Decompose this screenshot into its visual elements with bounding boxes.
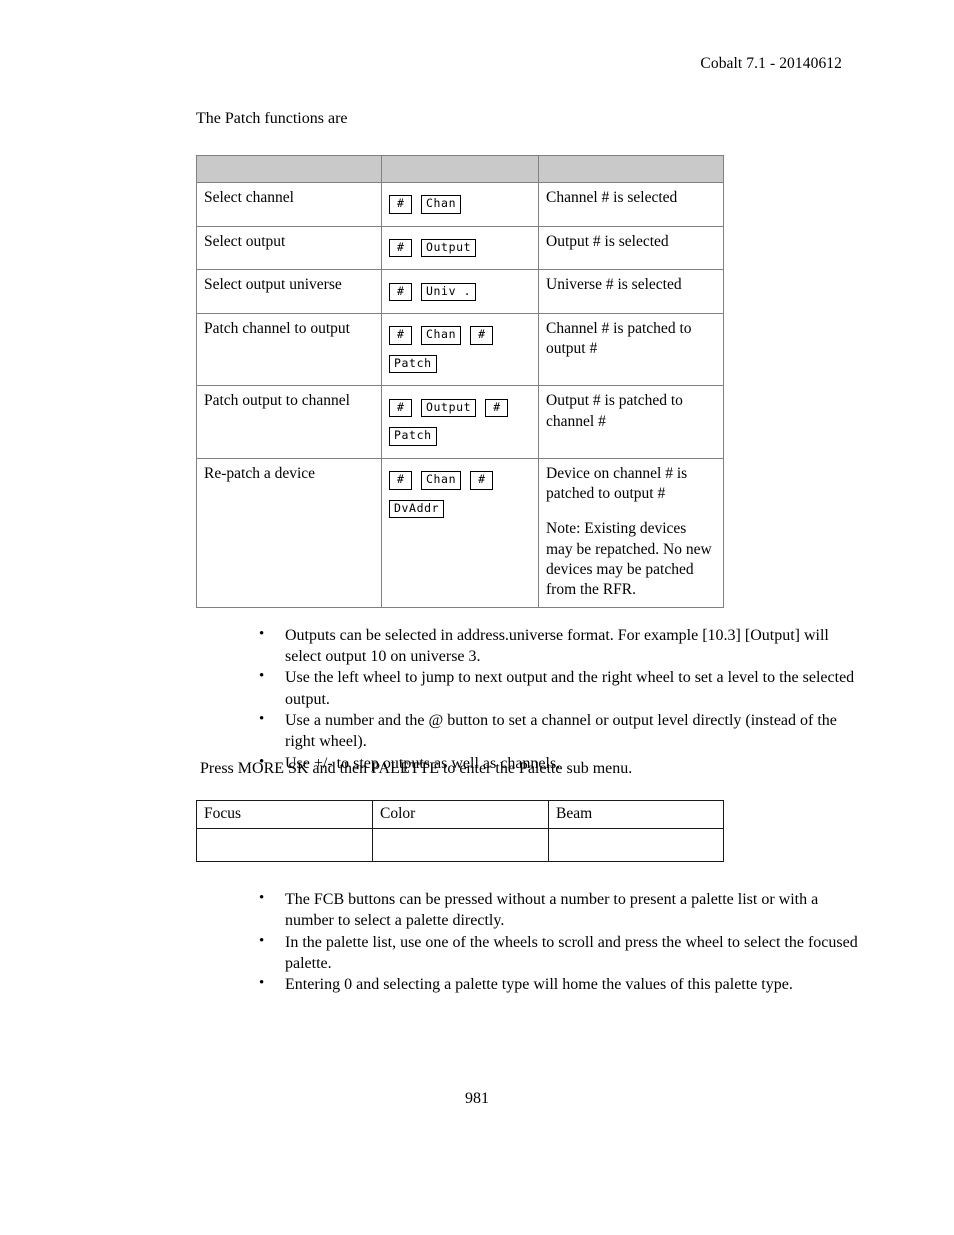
patch-section: The Patch functions are Select channel #…: [196, 108, 858, 774]
row-key-sequence: # Chan # DvAddr: [381, 457, 539, 608]
key-line: # Univ .: [389, 282, 485, 302]
row-function-label: Select output: [196, 225, 382, 271]
keycap-hash[interactable]: #: [389, 282, 412, 302]
row-result-text: Universe # is selected: [538, 269, 724, 315]
row-key-sequence: # Output # Patch: [381, 385, 539, 459]
list-item: Outputs can be selected in address.unive…: [259, 624, 858, 668]
palette-section-intro: Press MORE SK and then PALETTE to enter …: [196, 758, 858, 779]
result-paragraph: Output # is patched to channel #: [546, 392, 683, 430]
patch-functions-table: Select channel # Chan Channel # is select…: [196, 155, 724, 608]
keycap-patch[interactable]: Patch: [389, 427, 437, 446]
keycap-patch[interactable]: Patch: [389, 354, 437, 374]
table-row: Re-patch a device # Chan # DvAddr Device o…: [196, 457, 724, 608]
row-function-label: Patch output to channel: [196, 385, 382, 459]
key-line: # Chan: [389, 195, 470, 214]
key-line: Patch: [389, 354, 446, 374]
keycap-chan[interactable]: Chan: [421, 326, 462, 345]
key-line: Patch: [389, 427, 446, 446]
result-paragraph: Output # is selected: [546, 232, 669, 250]
key-line: # Output #: [389, 398, 517, 418]
patch-intro-text: The Patch functions are: [196, 110, 348, 127]
list-item: Entering 0 and selecting a palette type …: [259, 973, 858, 995]
key-line: # Chan #: [389, 326, 502, 345]
keycap-hash[interactable]: #: [389, 398, 412, 418]
row-function-label: Select output universe: [196, 269, 382, 315]
keycap-hash[interactable]: #: [485, 398, 509, 418]
table-row: Patch output to channel # Output # Patch O…: [196, 385, 724, 459]
keycap-hash[interactable]: #: [389, 471, 412, 490]
keycap-output[interactable]: Output: [421, 238, 477, 258]
result-paragraph: Device on channel # is patched to output…: [546, 464, 688, 503]
row-result-text: Device on channel # is patched to output…: [538, 457, 724, 608]
document-page: Cobalt 7.1 - 20140612 The Patch function…: [0, 0, 954, 1235]
page-number: 981: [465, 1090, 489, 1107]
row-function-label: Re-patch a device: [196, 457, 382, 608]
fcb-cell-focus: [196, 828, 373, 863]
fcb-header-focus: Focus: [196, 799, 373, 830]
keycap-univ[interactable]: Univ .: [421, 282, 477, 302]
row-result-text: Output # is selected: [538, 225, 724, 271]
table-row: Patch channel to output # Chan # Patch Cha…: [196, 313, 724, 387]
running-header: Cobalt 7.1 - 20140612: [700, 55, 842, 72]
table-row: Select output universe # Univ . Universe …: [196, 269, 724, 315]
keycap-hash[interactable]: #: [470, 471, 494, 490]
row-result-text: Channel # is patched to output #: [538, 313, 724, 387]
list-item: The FCB buttons can be pressed without a…: [259, 888, 858, 932]
fcb-cell-beam: [548, 828, 724, 863]
keycap-hash[interactable]: #: [389, 326, 412, 345]
row-key-sequence: # Output: [381, 225, 539, 271]
keycap-hash[interactable]: #: [389, 195, 412, 214]
palette-intro-text: Press MORE SK and then PALETTE to enter …: [200, 760, 633, 777]
row-key-sequence: # Chan: [381, 182, 539, 227]
result-paragraph: Channel # is patched to output #: [546, 320, 692, 358]
palette-notes-wrapper: The FCB buttons can be pressed without a…: [196, 872, 858, 996]
result-paragraph: Channel # is selected: [546, 189, 678, 207]
result-note-paragraph: Note: Existing devices may be repatched.…: [546, 520, 712, 599]
list-item: Use the left wheel to jump to next outpu…: [259, 666, 858, 710]
key-line: # Chan #: [389, 471, 502, 490]
table-header-row: [196, 155, 724, 184]
list-item: In the palette list, use one of the whee…: [259, 931, 858, 975]
patch-notes-list: Outputs can be selected in address.unive…: [196, 624, 858, 775]
keycap-hash[interactable]: #: [470, 326, 494, 345]
key-line: # Output: [389, 238, 485, 258]
row-result-text: Channel # is selected: [538, 182, 724, 227]
list-item: Use a number and the @ button to set a c…: [259, 709, 858, 753]
keycap-output[interactable]: Output: [421, 398, 477, 418]
table-row: Select output # Output Output # is select…: [196, 225, 724, 271]
palette-notes-list: The FCB buttons can be pressed without a…: [196, 888, 858, 996]
result-paragraph: Universe # is selected: [546, 276, 682, 294]
row-result-text: Output # is patched to channel #: [538, 385, 724, 459]
row-key-sequence: # Univ .: [381, 269, 539, 315]
row-key-sequence: # Chan # Patch: [381, 313, 539, 387]
table-row: [196, 828, 724, 863]
fcb-header-color: Color: [372, 799, 549, 830]
header-cell-result: [538, 155, 724, 184]
key-line: DvAddr: [389, 499, 453, 519]
fcb-header-beam: Beam: [548, 799, 724, 830]
table-header-row: Focus Color Beam: [196, 799, 724, 830]
keycap-dvaddr[interactable]: DvAddr: [389, 499, 445, 519]
header-cell-keys: [381, 155, 539, 184]
keycap-hash[interactable]: #: [389, 238, 412, 258]
palette-table-wrapper: Focus Color Beam: [196, 799, 724, 863]
row-function-label: Select channel: [196, 182, 382, 227]
header-cell-function: [196, 155, 382, 184]
row-function-label: Patch channel to output: [196, 313, 382, 387]
fcb-palette-table: Focus Color Beam: [196, 799, 724, 863]
keycap-chan[interactable]: Chan: [421, 195, 462, 214]
table-row: Select channel # Chan Channel # is select…: [196, 182, 724, 227]
fcb-cell-color: [372, 828, 549, 863]
keycap-chan[interactable]: Chan: [421, 471, 462, 490]
